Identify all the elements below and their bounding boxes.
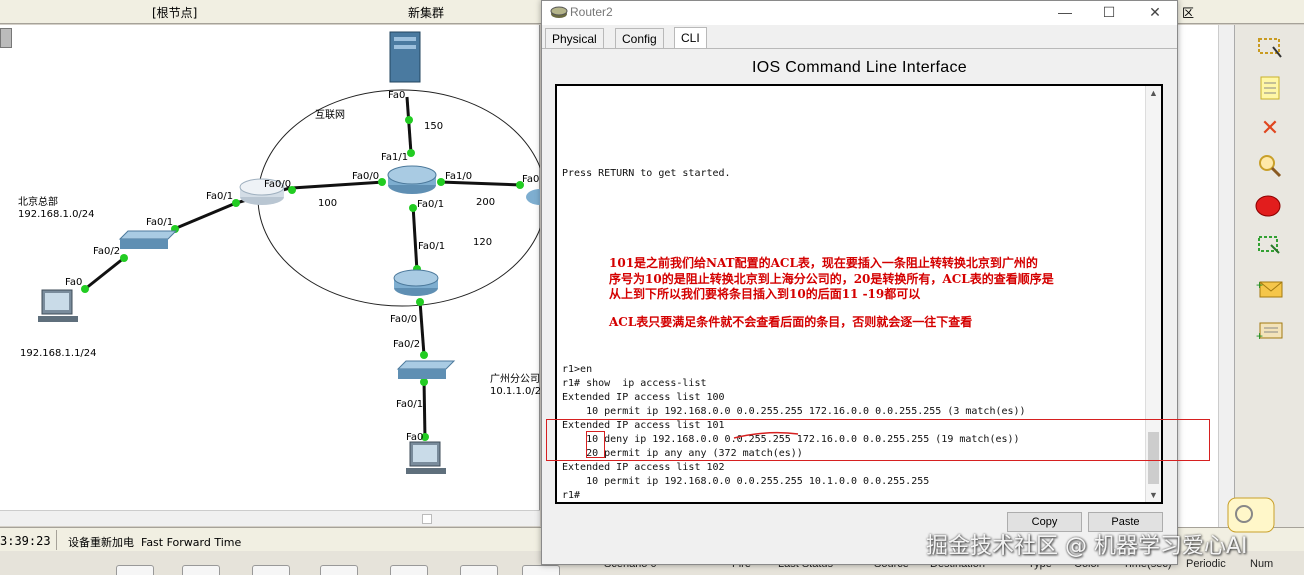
svg-text:Fa0/0: Fa0/0 bbox=[390, 314, 417, 325]
tool-palette: ✕ + + bbox=[1234, 25, 1304, 527]
svg-text:200: 200 bbox=[476, 197, 495, 208]
simulation-time: 3:39:23 bbox=[0, 534, 51, 548]
terminal-line: Extended IP access list 102 bbox=[562, 462, 725, 473]
zoom-tool-icon[interactable] bbox=[1255, 151, 1285, 181]
svg-text:+: + bbox=[1256, 278, 1263, 292]
server-icon bbox=[389, 31, 421, 83]
window-title: Router2 bbox=[570, 5, 613, 19]
svg-text:Fa1/0: Fa1/0 bbox=[445, 171, 472, 182]
watermark: 掘金技术社区 @ 机器学习爱心AI bbox=[926, 534, 1248, 559]
svg-text:Fa0/1: Fa0/1 bbox=[418, 241, 445, 252]
bottom-device-btn-3[interactable] bbox=[252, 565, 290, 575]
switch-icon-left bbox=[118, 230, 178, 249]
svg-text:Fa0/2: Fa0/2 bbox=[393, 339, 420, 350]
breadcrumb-root[interactable]: [根节点] bbox=[152, 4, 197, 20]
svg-text:+: + bbox=[1256, 329, 1263, 342]
highlight-box-seq10 bbox=[586, 431, 605, 458]
router-app-icon bbox=[550, 6, 568, 18]
svg-text:Fa0/1: Fa0/1 bbox=[146, 217, 173, 228]
maximize-button[interactable]: ☐ bbox=[1099, 3, 1119, 21]
svg-text:Fa0: Fa0 bbox=[522, 174, 539, 185]
svg-text:Fa0/1: Fa0/1 bbox=[417, 199, 444, 210]
terminal-line: 10 permit ip 192.168.0.0 0.0.255.255 10.… bbox=[562, 476, 930, 487]
canvas-vertical-scrollbar[interactable] bbox=[1218, 25, 1234, 527]
bottom-device-btn-7[interactable] bbox=[522, 565, 560, 575]
guangzhou-title: 广州分公司 bbox=[490, 373, 540, 385]
terminal-line: Extended IP access list 100 bbox=[562, 392, 725, 403]
annotation-line: 101是之前我们给NAT配置的ACL表，现在要插入一条阻止转转换北京到广州的 bbox=[609, 256, 1038, 270]
close-button[interactable]: ✕ bbox=[1145, 3, 1165, 21]
complex-pdu-icon[interactable]: + bbox=[1255, 315, 1285, 345]
terminal-line: r1# show ip access-list bbox=[562, 378, 707, 389]
router-icon-right-partial bbox=[526, 189, 540, 205]
router2-window: Router2 — ☐ ✕ Physical Config CLI IOS Co… bbox=[541, 0, 1178, 565]
terminal-line: r1>en bbox=[562, 364, 593, 375]
delete-tool-icon[interactable]: ✕ bbox=[1255, 113, 1285, 143]
tab-cli[interactable]: CLI bbox=[674, 27, 707, 49]
svg-text:100: 100 bbox=[318, 198, 337, 209]
bottom-device-btn-4[interactable] bbox=[320, 565, 358, 575]
highlight-underline bbox=[733, 431, 799, 439]
svg-text:150: 150 bbox=[424, 121, 443, 132]
svg-text:Fa1/1: Fa1/1 bbox=[381, 152, 408, 163]
svg-text:Fa0/1: Fa0/1 bbox=[396, 399, 423, 410]
svg-text:Fa0: Fa0 bbox=[388, 90, 405, 101]
svg-text:Fa0: Fa0 bbox=[406, 432, 423, 443]
internet-label: 互联网 bbox=[315, 109, 345, 121]
bottom-device-btn-1[interactable] bbox=[116, 565, 154, 575]
pc-icon-bottom bbox=[406, 441, 446, 474]
terminal-line: 10 permit ip 192.168.0.0 0.0.255.255 172… bbox=[562, 406, 1026, 417]
svg-text:Fa0/0: Fa0/0 bbox=[264, 179, 291, 190]
switch-icon-bottom bbox=[396, 360, 456, 379]
tab-physical[interactable]: Physical bbox=[545, 28, 604, 49]
router-icon-bottom bbox=[393, 269, 439, 296]
bottom-device-btn-5[interactable] bbox=[390, 565, 428, 575]
svg-text:Fa0/2: Fa0/2 bbox=[93, 246, 120, 257]
scroll-down-icon: ▼ bbox=[1149, 490, 1158, 500]
annotation-line: 从上到下所以我们要将条目插入到10的后面11 -19都可以 bbox=[609, 287, 921, 301]
svg-text:Fa0/0: Fa0/0 bbox=[352, 171, 379, 182]
canvas-horizontal-scrollbar[interactable] bbox=[0, 510, 540, 526]
cli-heading: IOS Command Line Interface bbox=[751, 59, 967, 76]
terminal-prompt: r1# bbox=[562, 490, 581, 501]
breadcrumb-cluster[interactable]: 新集群 bbox=[408, 4, 444, 20]
annotation-line: ACL表只要满足条件就不会查看后面的条目，否则就会逐一往下查看 bbox=[609, 315, 973, 329]
window-tabs: Physical Config CLI bbox=[542, 27, 1177, 49]
scroll-up-icon: ▲ bbox=[1149, 88, 1158, 98]
tab-config[interactable]: Config bbox=[615, 28, 664, 49]
bottom-device-btn-2[interactable] bbox=[182, 565, 220, 575]
svg-text:Fa0/1: Fa0/1 bbox=[206, 191, 233, 202]
resize-tool-icon[interactable] bbox=[1255, 231, 1285, 261]
note-tool-icon[interactable] bbox=[1255, 73, 1285, 103]
terminal-line: Press RETURN to get started. bbox=[562, 168, 731, 179]
power-cycle-label[interactable]: 设备重新加电 Fast Forward Time bbox=[68, 534, 241, 550]
simple-pdu-icon[interactable]: + bbox=[1255, 273, 1285, 303]
highlight-box-acl101 bbox=[546, 419, 1210, 461]
router-icon-center bbox=[387, 165, 437, 194]
guangzhou-net: 10.1.1.0/24 bbox=[490, 386, 540, 397]
beijing-title: 北京总部 bbox=[18, 195, 58, 208]
bottom-device-btn-6[interactable] bbox=[460, 565, 498, 575]
network-topology: 互联网 北京总部 192.168.1.0/24 192.168.1.1/24 广… bbox=[18, 31, 540, 474]
right-tab-fragment[interactable]: 区 bbox=[1182, 4, 1194, 21]
pc-icon-left bbox=[38, 289, 78, 322]
svg-text:Fa0: Fa0 bbox=[65, 277, 82, 288]
draw-ellipse-tool-icon[interactable] bbox=[1255, 191, 1285, 221]
beijing-net: 192.168.1.0/24 bbox=[18, 209, 95, 220]
svg-text:120: 120 bbox=[473, 237, 492, 248]
pc-ip-label: 192.168.1.1/24 bbox=[20, 348, 97, 359]
window-title-bar[interactable]: Router2 — ☐ ✕ bbox=[542, 1, 1177, 25]
minimize-button[interactable]: — bbox=[1055, 3, 1075, 21]
select-tool-icon[interactable] bbox=[1255, 33, 1285, 63]
